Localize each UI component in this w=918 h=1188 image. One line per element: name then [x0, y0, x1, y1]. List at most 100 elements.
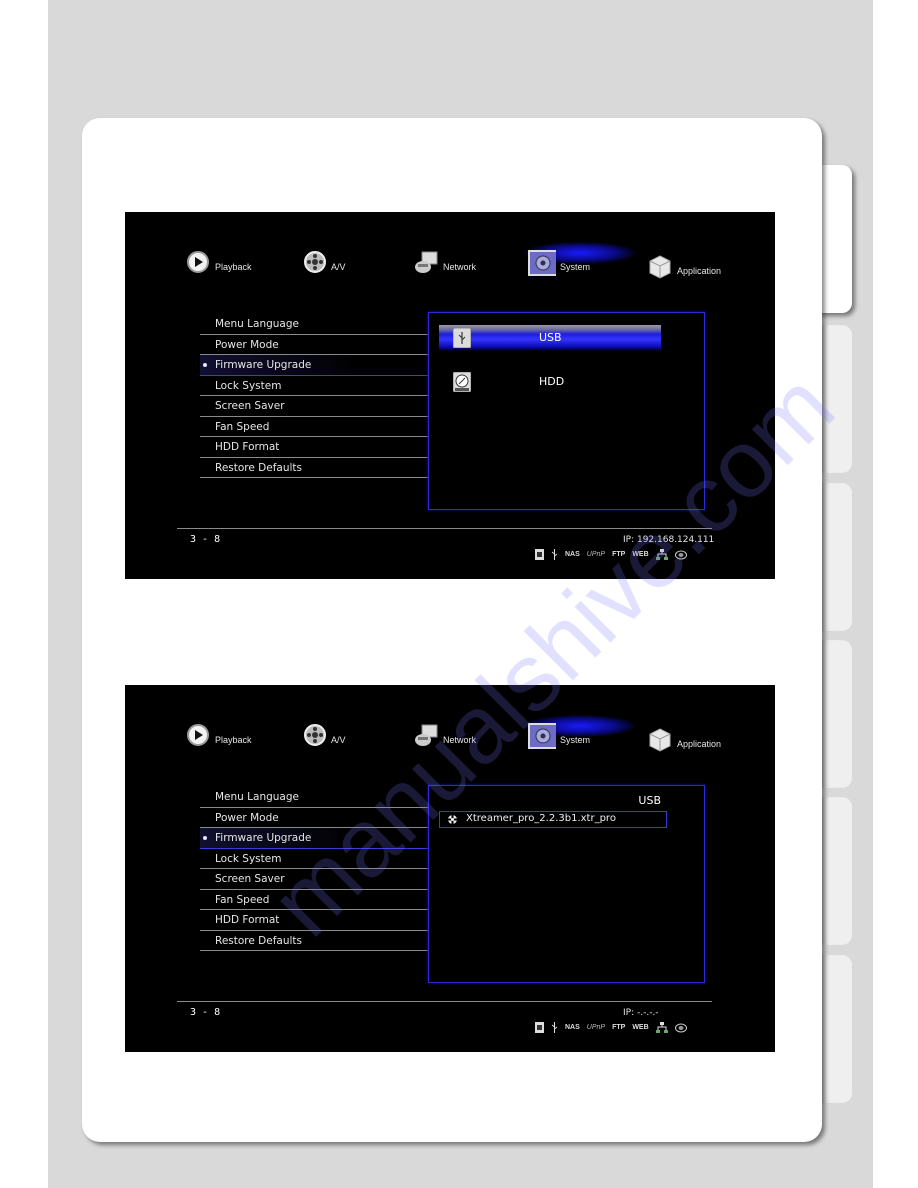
- device-label: USB: [539, 331, 562, 344]
- menu-item-screen-saver[interactable]: Screen Saver: [200, 396, 428, 417]
- menu-item-restore-defaults[interactable]: Restore Defaults: [200, 458, 428, 478]
- network-icon: [415, 251, 438, 273]
- nas-icon: NAS: [565, 551, 580, 558]
- menu-item-label: HDD Format: [215, 441, 280, 453]
- nav-label: Network: [443, 735, 477, 745]
- hdd-icon: [453, 372, 471, 392]
- web-icon: WEB: [632, 551, 649, 558]
- menu-item-power-mode[interactable]: Power Mode: [200, 335, 428, 355]
- side-tab-6[interactable]: [822, 955, 852, 1103]
- side-tab-active[interactable]: [818, 165, 852, 313]
- device-label: HDD: [539, 375, 565, 388]
- sd-card-icon: [535, 549, 544, 560]
- menu-item-label: Lock System: [215, 852, 282, 865]
- network-icon: [415, 724, 438, 746]
- menu-item-label: Fan Speed: [215, 420, 270, 433]
- menu-item-hdd-format[interactable]: HDD Format: [200, 910, 428, 931]
- menu-item-label: HDD Format: [215, 914, 280, 926]
- menu-item-label: Restore Defaults: [215, 934, 303, 947]
- menu-item-label: Firmware Upgrade: [215, 359, 312, 371]
- menu-item-hdd-format[interactable]: HDD Format: [200, 437, 428, 458]
- menu-item-label: Lock System: [215, 379, 282, 392]
- nav-label: A/V: [331, 735, 346, 745]
- network-status-icon: [655, 549, 668, 560]
- usb-status-icon: [551, 1022, 558, 1033]
- usb-status-icon: [551, 549, 558, 560]
- upnp-icon: UPnP: [586, 551, 606, 558]
- nav-label: System: [560, 735, 591, 745]
- film-reel-icon: [304, 251, 326, 273]
- nav-application[interactable]: Application: [647, 240, 721, 280]
- device-usb[interactable]: USB: [439, 325, 661, 351]
- menu-item-firmware-upgrade[interactable]: Firmware Upgrade: [200, 355, 428, 376]
- system-gear-icon: [528, 723, 556, 749]
- top-nav: Playback A/V Network System Application: [125, 212, 775, 292]
- side-tab-2[interactable]: [822, 325, 852, 473]
- device-hdd[interactable]: HDD: [439, 369, 661, 395]
- settings-menu: Menu Language Power Mode Firmware Upgrad…: [200, 314, 428, 478]
- status-icons: NAS UPnP FTP WEB: [535, 549, 687, 560]
- nav-system[interactable]: System: [526, 236, 590, 276]
- side-tab-4[interactable]: [822, 640, 852, 788]
- footer-divider: [177, 1001, 712, 1002]
- file-browser-panel: USB Xtreamer_pro_2.2.3b1.xtr_pro: [428, 785, 705, 983]
- side-tab-3[interactable]: [822, 483, 852, 631]
- menu-item-menu-language[interactable]: Menu Language: [200, 787, 428, 808]
- menu-item-lock-system[interactable]: Lock System: [200, 849, 428, 869]
- nav-av[interactable]: A/V: [301, 236, 346, 276]
- nav-network[interactable]: Network: [413, 709, 476, 749]
- menu-item-label: Screen Saver: [215, 400, 285, 412]
- menu-item-restore-defaults[interactable]: Restore Defaults: [200, 931, 428, 951]
- nas-icon: NAS: [565, 1024, 580, 1031]
- nav-network[interactable]: Network: [413, 236, 476, 276]
- nav-label: A/V: [331, 262, 346, 272]
- menu-item-firmware-upgrade[interactable]: Firmware Upgrade: [200, 828, 428, 849]
- ftp-icon: FTP: [612, 551, 626, 558]
- ip-address: IP: -.-.-.-: [623, 1008, 659, 1018]
- menu-item-label: Power Mode: [215, 811, 279, 824]
- menu-item-fan-speed[interactable]: Fan Speed: [200, 890, 428, 910]
- menu-item-label: Power Mode: [215, 338, 279, 351]
- nav-application[interactable]: Application: [647, 713, 721, 753]
- screenshot-firmware-file-select: Playback A/V Network System Application …: [125, 685, 775, 1052]
- menu-item-power-mode[interactable]: Power Mode: [200, 808, 428, 828]
- upnp-icon: UPnP: [586, 1024, 606, 1031]
- nav-label: System: [560, 262, 591, 272]
- usb-icon: [453, 328, 471, 348]
- firmware-file-icon: [447, 814, 458, 825]
- sd-card-icon: [535, 1022, 544, 1033]
- nav-playback[interactable]: Playback: [185, 709, 252, 749]
- web-icon: WEB: [632, 1024, 649, 1031]
- menu-item-label: Fan Speed: [215, 893, 270, 906]
- selected-bullet-icon: [203, 363, 207, 367]
- menu-item-label: Menu Language: [215, 318, 299, 330]
- menu-item-label: Firmware Upgrade: [215, 832, 312, 844]
- settings-menu: Menu Language Power Mode Firmware Upgrad…: [200, 787, 428, 951]
- wifi-icon: [674, 1023, 687, 1032]
- menu-item-lock-system[interactable]: Lock System: [200, 376, 428, 396]
- nav-system[interactable]: System: [526, 709, 590, 749]
- menu-item-label: Restore Defaults: [215, 461, 303, 474]
- film-reel-icon: [304, 724, 326, 746]
- nav-label: Application: [677, 739, 722, 749]
- menu-item-fan-speed[interactable]: Fan Speed: [200, 417, 428, 437]
- page-number: 3 - 8: [190, 534, 221, 545]
- nav-label: Application: [677, 266, 722, 276]
- cube-icon: [649, 255, 671, 279]
- side-tab-5[interactable]: [822, 797, 852, 945]
- file-item[interactable]: Xtreamer_pro_2.2.3b1.xtr_pro: [439, 811, 667, 828]
- play-icon: [187, 251, 209, 273]
- page-number: 3 - 8: [190, 1007, 221, 1018]
- device-select-panel: USB HDD: [428, 312, 705, 510]
- network-status-icon: [655, 1022, 668, 1033]
- ip-address: IP: 192.168.124.111: [623, 535, 715, 545]
- status-icons: NAS UPnP FTP WEB: [535, 1022, 687, 1033]
- nav-playback[interactable]: Playback: [185, 236, 252, 276]
- nav-label: Playback: [215, 262, 252, 272]
- menu-item-label: Screen Saver: [215, 873, 285, 885]
- menu-item-screen-saver[interactable]: Screen Saver: [200, 869, 428, 890]
- menu-item-menu-language[interactable]: Menu Language: [200, 314, 428, 335]
- screenshot-usb-select: Playback A/V Network System Application …: [125, 212, 775, 579]
- system-gear-icon: [528, 250, 556, 276]
- nav-av[interactable]: A/V: [301, 709, 346, 749]
